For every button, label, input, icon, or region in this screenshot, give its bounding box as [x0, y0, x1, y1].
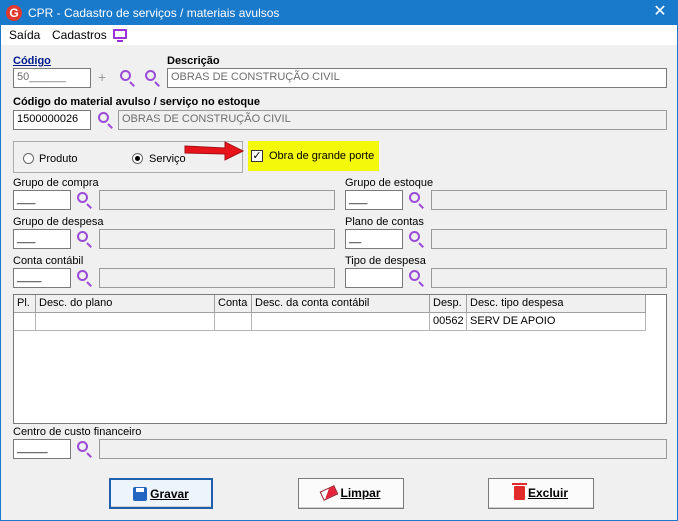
search-grupo-estoque-button[interactable]: [407, 191, 425, 209]
gravar-label: Gravar: [150, 487, 189, 501]
table-cell[interactable]: [14, 313, 36, 331]
centro-custo-desc: [99, 439, 667, 459]
centro-custo-input[interactable]: _____: [13, 439, 71, 459]
col-header-desc-plano[interactable]: Desc. do plano: [36, 295, 215, 313]
col-header-desp[interactable]: Desp.: [430, 295, 467, 313]
table-cell[interactable]: [36, 313, 215, 331]
red-arrow-annotation: [184, 141, 245, 161]
radio-produto-label: Produto: [39, 153, 78, 165]
close-icon[interactable]: ✕: [651, 3, 669, 21]
grupo-compra-desc: [99, 190, 335, 210]
title-bar: G CPR - Cadastro de serviços / materiais…: [1, 1, 677, 25]
window-title: CPR - Cadastro de serviços / materiais a…: [28, 6, 280, 20]
search-grupo-compra-button[interactable]: [75, 191, 93, 209]
eraser-icon: [320, 485, 339, 501]
radio-produto[interactable]: [23, 153, 34, 164]
grupo-compra-input[interactable]: ___: [13, 190, 71, 210]
menu-bar: Saída Cadastros: [1, 25, 677, 45]
tipo-despesa-label: Tipo de despesa: [345, 255, 426, 267]
search-icon: [145, 70, 156, 81]
search-conta-contabil-button[interactable]: [75, 269, 93, 287]
descricao-label: Descrição: [167, 55, 220, 67]
plus-icon[interactable]: +: [98, 69, 106, 85]
search-codigo-button[interactable]: [118, 69, 136, 87]
plano-contas-desc: [431, 229, 667, 249]
search-icon: [120, 70, 131, 81]
conta-contabil-label: Conta contábil: [13, 255, 84, 267]
grupo-estoque-input[interactable]: ___: [345, 190, 403, 210]
monitor-icon[interactable]: [113, 29, 127, 42]
excluir-button[interactable]: Excluir: [488, 478, 594, 509]
table-cell[interactable]: SERV DE APOIO: [467, 313, 646, 331]
tipo-despesa-desc: [431, 268, 667, 288]
table-cell[interactable]: [252, 313, 430, 331]
search-icon: [409, 231, 420, 242]
obra-checkbox[interactable]: ✓: [251, 150, 263, 162]
plan-grid[interactable]: Pl. Desc. do plano Conta Desc. da conta …: [13, 294, 667, 424]
search-icon: [98, 112, 109, 123]
material-desc-field: OBRAS DE CONSTRUÇÃO CIVIL: [118, 110, 667, 130]
trash-icon: [511, 483, 527, 500]
menu-saida[interactable]: Saída: [9, 28, 40, 42]
tipo-despesa-input[interactable]: [345, 268, 403, 288]
search-icon: [77, 270, 88, 281]
radio-servico-label: Serviço: [149, 153, 186, 165]
plano-contas-label: Plano de contas: [345, 216, 424, 228]
grupo-despesa-input[interactable]: ___: [13, 229, 71, 249]
search-tipo-despesa-button[interactable]: [407, 269, 425, 287]
radio-servico[interactable]: [132, 153, 143, 164]
material-code-input[interactable]: 1500000026: [13, 110, 91, 130]
col-header-desc-conta[interactable]: Desc. da conta contábil: [252, 295, 430, 313]
conta-contabil-desc: [99, 268, 335, 288]
table-cell[interactable]: [215, 313, 252, 331]
grupo-compra-label: Grupo de compra: [13, 177, 99, 189]
codigo-label: Código: [13, 55, 51, 67]
conta-contabil-input[interactable]: ____: [13, 268, 71, 288]
search-grupo-despesa-button[interactable]: [75, 230, 93, 248]
col-header-conta[interactable]: Conta: [215, 295, 252, 313]
table-cell[interactable]: 00562: [430, 313, 467, 331]
plano-contas-input[interactable]: __: [345, 229, 403, 249]
search-icon: [409, 192, 420, 203]
search-icon: [409, 270, 420, 281]
grupo-estoque-desc: [431, 190, 667, 210]
search-icon: [77, 231, 88, 242]
centro-custo-label: Centro de custo financeiro: [13, 426, 142, 438]
app-window: G CPR - Cadastro de serviços / materiais…: [0, 0, 678, 521]
col-header-desc-tipo[interactable]: Desc. tipo despesa: [467, 295, 646, 313]
limpar-button[interactable]: Limpar: [298, 478, 404, 509]
grupo-despesa-desc: [99, 229, 335, 249]
save-icon: [133, 487, 148, 501]
grupo-estoque-label: Grupo de estoque: [345, 177, 434, 189]
limpar-label: Limpar: [340, 486, 381, 500]
obra-highlight: ✓ Obra de grande porte: [248, 141, 379, 171]
search-icon: [77, 192, 88, 203]
col-header-pl[interactable]: Pl.: [14, 295, 36, 313]
search-plano-contas-button[interactable]: [407, 230, 425, 248]
search-icon: [77, 441, 88, 452]
gravar-button[interactable]: Gravar: [109, 478, 213, 509]
material-label: Código do material avulso / serviço no e…: [13, 96, 260, 108]
codigo-input[interactable]: 50______: [13, 68, 91, 88]
search-descricao-button[interactable]: [143, 69, 161, 87]
app-logo-icon: G: [6, 5, 22, 21]
search-material-button[interactable]: [96, 111, 114, 129]
grupo-despesa-label: Grupo de despesa: [13, 216, 104, 228]
excluir-label: Excluir: [527, 486, 569, 500]
obra-label: Obra de grande porte: [269, 150, 375, 162]
search-centro-custo-button[interactable]: [75, 440, 93, 458]
menu-cadastros[interactable]: Cadastros: [52, 28, 107, 42]
descricao-input[interactable]: OBRAS DE CONSTRUÇÃO CIVIL: [167, 68, 667, 88]
